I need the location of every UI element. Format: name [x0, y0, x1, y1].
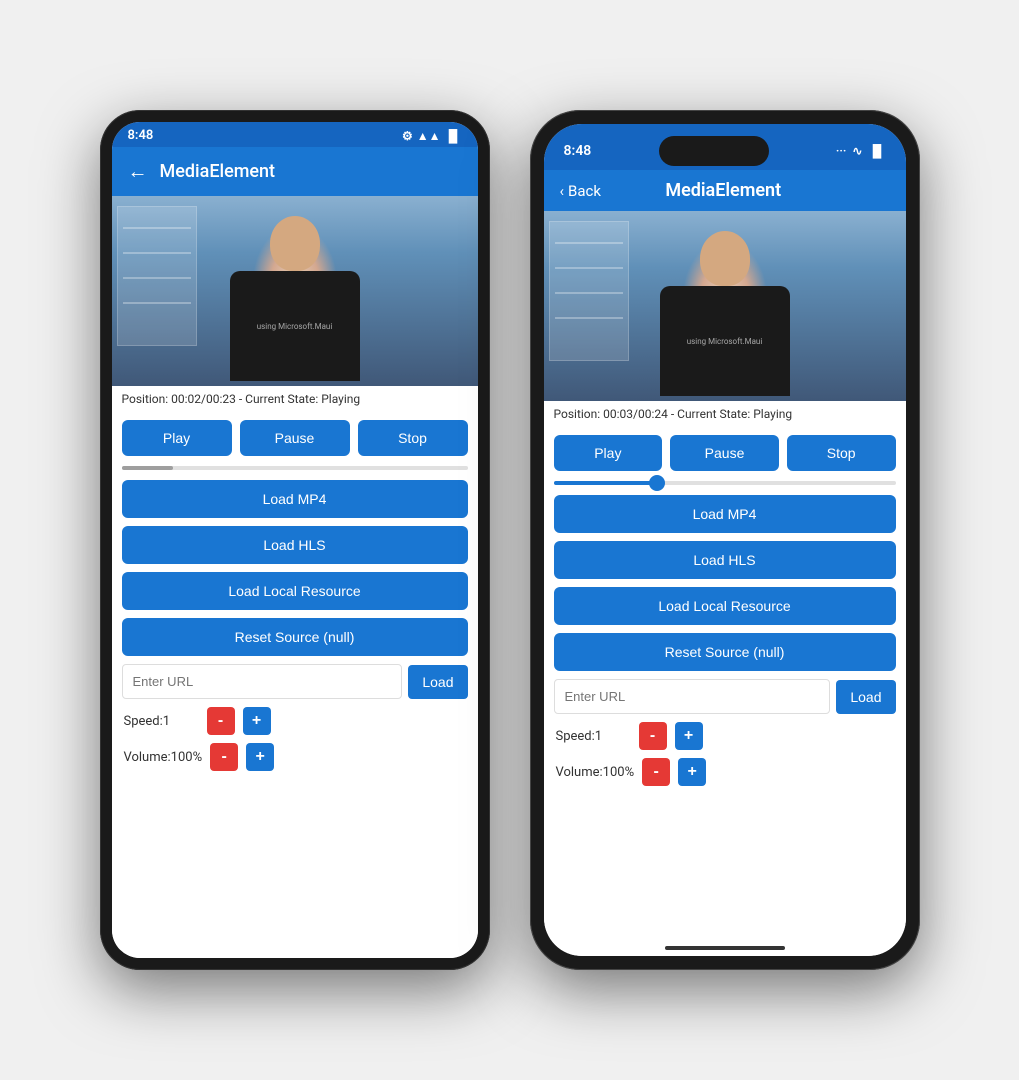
android-speed-row: Speed:1 - + [122, 707, 468, 735]
ios-playback-controls: Play Pause Stop [554, 435, 896, 471]
android-page-title: MediaElement [160, 161, 276, 182]
ios-bottom-bar [544, 926, 906, 956]
android-volume-plus-button[interactable]: + [246, 743, 274, 771]
android-url-row: Load [122, 664, 468, 699]
android-status-bar: 8:48 ⚙ ▲▲ ▐▌ [112, 122, 478, 147]
ios-position-text: Position: 00:03/00:24 - Current State: P… [544, 401, 906, 427]
android-topbar: ← MediaElement [112, 147, 478, 196]
ios-status-bar: 8:48 ··· ∿ ▐▌ [544, 124, 906, 170]
ios-video-frame: using Microsoft.Maui [544, 211, 906, 401]
android-phone: 8:48 ⚙ ▲▲ ▐▌ ← MediaElement [100, 110, 490, 970]
ios-stop-button[interactable]: Stop [787, 435, 896, 471]
android-video-player[interactable]: using Microsoft.Maui [112, 196, 478, 386]
ios-seek-bar-fill [554, 481, 657, 485]
android-playback-controls: Play Pause Stop [122, 420, 468, 456]
ios-person-body: using Microsoft.Maui [660, 286, 790, 396]
ios-battery-icon: ▐▌ [868, 144, 885, 158]
ios-load-url-button[interactable]: Load [836, 680, 895, 714]
android-screen: 8:48 ⚙ ▲▲ ▐▌ ← MediaElement [112, 122, 478, 958]
ios-shirt-text: using Microsoft.Maui [687, 337, 763, 346]
android-volume-minus-button[interactable]: - [210, 743, 238, 771]
ios-person-silhouette: using Microsoft.Maui [645, 231, 805, 401]
android-volume-label: Volume:100% [124, 750, 203, 765]
ios-dynamic-island [659, 136, 769, 166]
ios-controls-section: Play Pause Stop Load MP4 Load HLS [544, 427, 906, 794]
android-load-local-button[interactable]: Load Local Resource [122, 572, 468, 610]
ios-back-button[interactable]: ‹ Back [560, 182, 601, 200]
ios-wifi-icon: ∿ [852, 144, 862, 158]
android-position-text: Position: 00:02/00:23 - Current State: P… [112, 386, 478, 412]
ios-url-input[interactable] [554, 679, 831, 714]
android-battery-icon: ▐▌ [444, 129, 461, 143]
android-reset-source-button[interactable]: Reset Source (null) [122, 618, 468, 656]
android-speed-minus-button[interactable]: - [207, 707, 235, 735]
ios-load-hls-button[interactable]: Load HLS [554, 541, 896, 579]
ios-video-player[interactable]: using Microsoft.Maui [544, 211, 906, 401]
ios-pause-button[interactable]: Pause [670, 435, 779, 471]
ios-speed-row: Speed:1 - + [554, 722, 896, 750]
ios-volume-minus-button[interactable]: - [642, 758, 670, 786]
android-person-silhouette: using Microsoft.Maui [215, 216, 375, 386]
ios-screen: 8:48 ··· ∿ ▐▌ ‹ Back MediaElement [544, 124, 906, 956]
ios-play-button[interactable]: Play [554, 435, 663, 471]
android-time: 8:48 [128, 128, 154, 143]
android-content-area: using Microsoft.Maui Position: 00:02/00:… [112, 196, 478, 958]
ios-person-head [700, 231, 750, 286]
android-controls-section: Play Pause Stop Load MP4 Load HLS Load L… [112, 412, 478, 779]
ios-dots-icon: ··· [836, 144, 847, 158]
ios-time: 8:48 [564, 143, 592, 159]
ios-volume-row: Volume:100% - + [554, 758, 896, 786]
android-back-button[interactable]: ← [128, 159, 148, 184]
ios-seek-bar-thumb[interactable] [649, 475, 665, 491]
ios-back-label: Back [568, 182, 601, 200]
android-speed-plus-button[interactable]: + [243, 707, 271, 735]
ios-speed-plus-button[interactable]: + [675, 722, 703, 750]
android-person-body: using Microsoft.Maui [230, 271, 360, 381]
ios-load-local-button[interactable]: Load Local Resource [554, 587, 896, 625]
android-pause-button[interactable]: Pause [240, 420, 350, 456]
ios-phone: 8:48 ··· ∿ ▐▌ ‹ Back MediaElement [530, 110, 920, 970]
ios-speed-minus-button[interactable]: - [639, 722, 667, 750]
ios-topbar: ‹ Back MediaElement [544, 170, 906, 211]
android-play-button[interactable]: Play [122, 420, 232, 456]
android-status-icons: ⚙ ▲▲ ▐▌ [402, 129, 462, 143]
ios-url-row: Load [554, 679, 896, 714]
ios-home-indicator [665, 946, 785, 950]
ios-back-chevron: ‹ [560, 182, 565, 200]
ios-volume-label: Volume:100% [556, 765, 635, 780]
android-load-hls-button[interactable]: Load HLS [122, 526, 468, 564]
android-load-url-button[interactable]: Load [408, 665, 467, 699]
ios-speed-label: Speed:1 [556, 729, 631, 744]
ios-video-shelf [549, 221, 629, 361]
android-seek-bar-fill [122, 466, 174, 470]
android-settings-icon: ⚙ [402, 129, 413, 143]
ios-volume-plus-button[interactable]: + [678, 758, 706, 786]
android-speed-label: Speed:1 [124, 714, 199, 729]
android-volume-row: Volume:100% - + [122, 743, 468, 771]
ios-seek-bar-container[interactable] [554, 479, 896, 487]
android-person-head [270, 216, 320, 271]
ios-page-title: MediaElement [607, 180, 840, 201]
android-url-input[interactable] [122, 664, 403, 699]
android-signal-icon: ▲▲ [417, 129, 441, 143]
android-shirt-text: using Microsoft.Maui [257, 322, 333, 331]
ios-seek-bar[interactable] [554, 481, 896, 485]
scene: 8:48 ⚙ ▲▲ ▐▌ ← MediaElement [60, 70, 960, 1010]
android-load-mp4-button[interactable]: Load MP4 [122, 480, 468, 518]
ios-load-mp4-button[interactable]: Load MP4 [554, 495, 896, 533]
android-video-shelf [117, 206, 197, 346]
ios-content-area: using Microsoft.Maui Position: 00:03/00:… [544, 211, 906, 926]
android-video-frame: using Microsoft.Maui [112, 196, 478, 386]
android-seek-bar-container[interactable] [122, 464, 468, 472]
ios-status-right: ··· ∿ ▐▌ [836, 144, 886, 158]
android-stop-button[interactable]: Stop [358, 420, 468, 456]
android-seek-bar[interactable] [122, 466, 468, 470]
ios-reset-source-button[interactable]: Reset Source (null) [554, 633, 896, 671]
